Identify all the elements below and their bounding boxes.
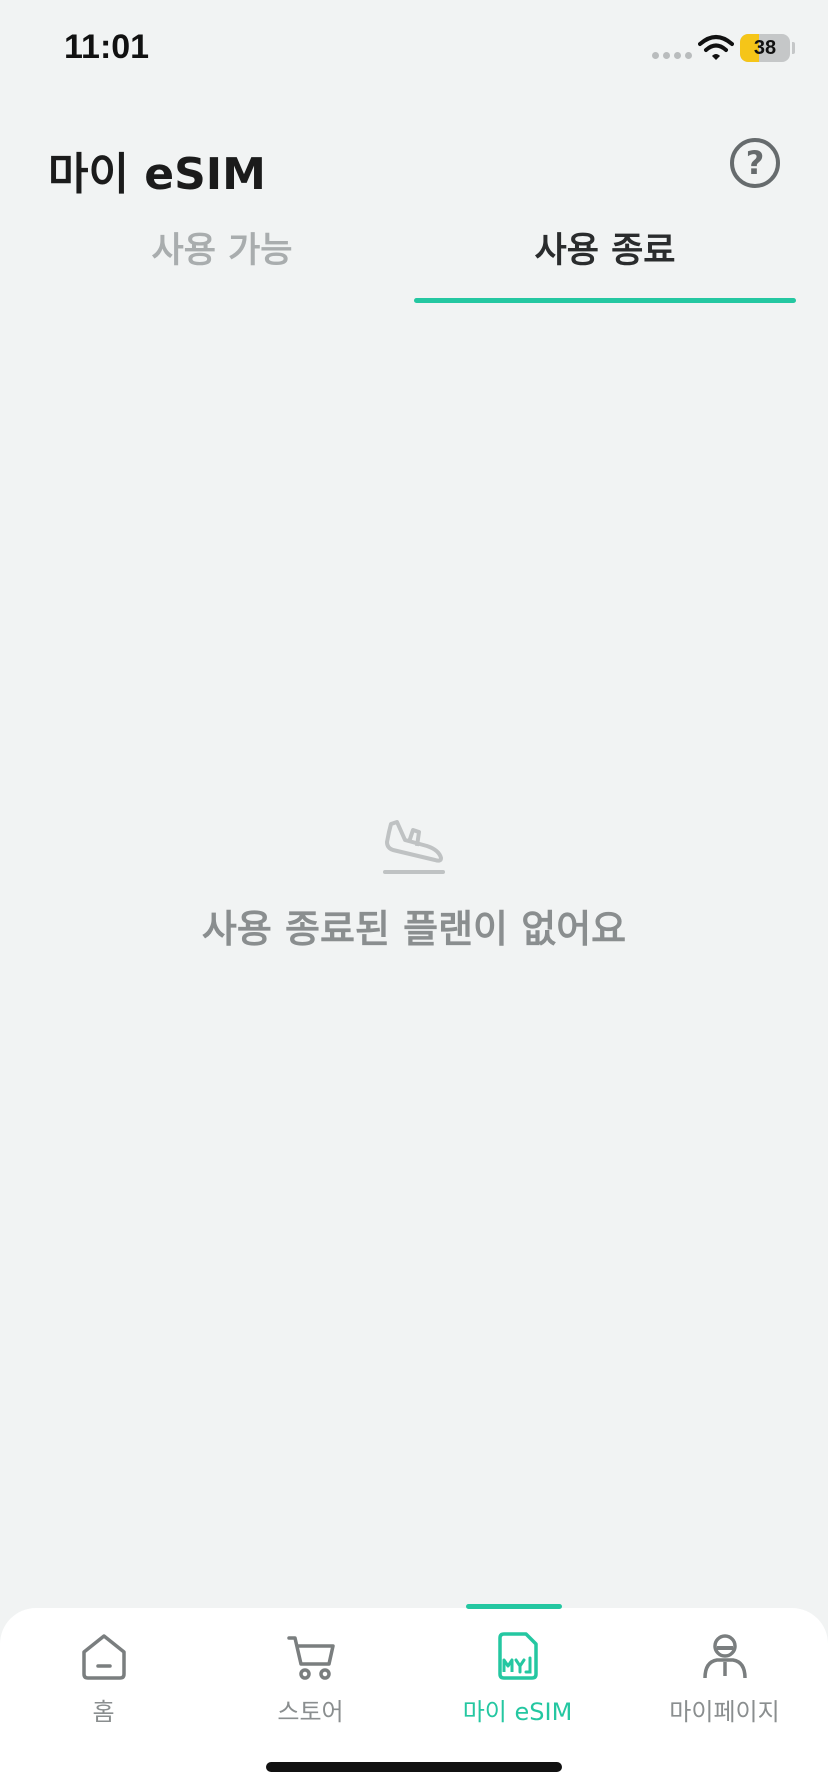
battery-icon: 38	[740, 34, 790, 62]
question-mark-icon: ?	[745, 144, 765, 182]
my-sim-icon	[497, 1632, 538, 1680]
help-button[interactable]: ?	[730, 138, 780, 188]
cart-icon	[286, 1636, 335, 1680]
tab-bar: 사용 가능 사용 종료	[0, 222, 828, 306]
home-icon	[81, 1634, 126, 1680]
battery-percentage: 38	[753, 36, 777, 59]
screen: 11:01 38 마이 eSIM ? 사용 가능 사용 종료 사용 종료된 플랜	[0, 0, 828, 1792]
nav-item-my-esim[interactable]: 마이 eSIM	[414, 1608, 621, 1738]
nav-item-store[interactable]: 스토어	[207, 1608, 414, 1738]
nav-label-home: 홈	[92, 1698, 115, 1726]
nav-label-my-page: 마이페이지	[669, 1698, 780, 1726]
empty-state-message: 사용 종료된 플랜이 없어요	[201, 907, 627, 951]
empty-state: 사용 종료된 플랜이 없어요	[0, 810, 828, 953]
battery-cap	[792, 42, 795, 54]
active-tab-indicator	[414, 298, 796, 303]
plane-landing-icon	[383, 820, 445, 874]
tab-ended[interactable]: 사용 종료	[414, 222, 796, 306]
nav-item-home[interactable]: 홈	[0, 1608, 207, 1738]
nav-item-my-page[interactable]: 마이페이지	[621, 1608, 828, 1738]
status-bar: 11:01 38	[0, 0, 828, 100]
wifi-icon	[698, 35, 734, 60]
home-indicator	[266, 1762, 562, 1772]
cellular-signal-icon	[652, 52, 692, 59]
profile-icon	[702, 1634, 747, 1679]
page-title: 마이 eSIM	[48, 149, 266, 200]
nav-label-my-esim: 마이 eSIM	[462, 1698, 573, 1726]
tab-available[interactable]: 사용 가능	[32, 222, 412, 306]
status-time: 11:01	[64, 28, 150, 66]
nav-label-store: 스토어	[277, 1698, 344, 1726]
